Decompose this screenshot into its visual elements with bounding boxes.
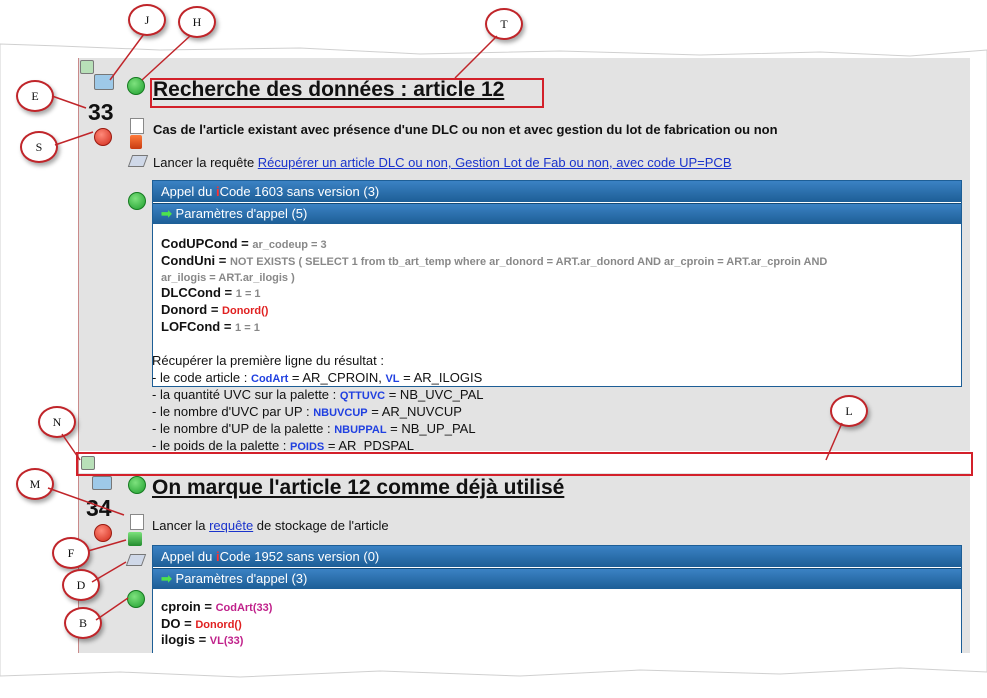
- callout-leaders: [47, 33, 843, 621]
